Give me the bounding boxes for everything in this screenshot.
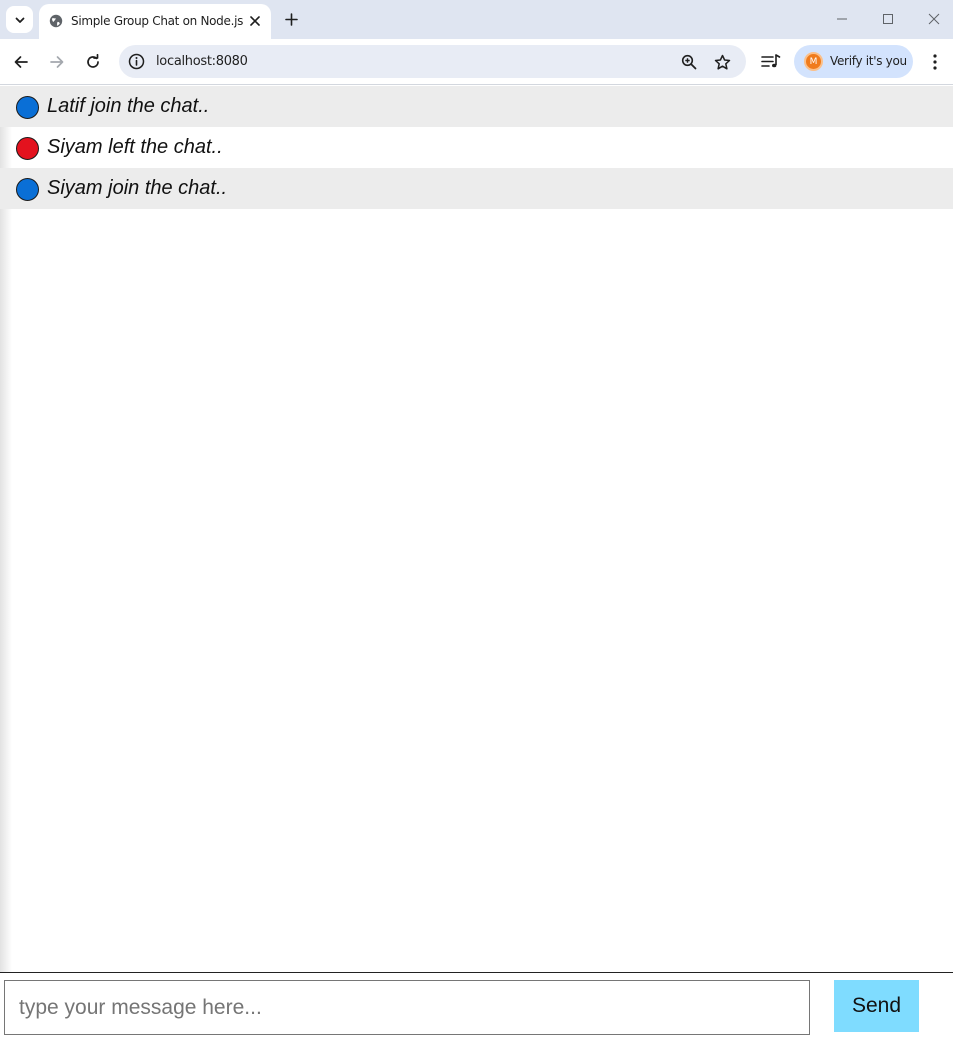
- profile-verify-button[interactable]: M Verify it's you: [794, 45, 913, 78]
- back-button[interactable]: [9, 50, 33, 74]
- message-text: Siyam join the chat..: [47, 177, 228, 199]
- page-edge-shadow: [0, 86, 12, 1039]
- zoom-in-icon: [681, 54, 697, 70]
- message-text: Latif join the chat..: [47, 95, 210, 117]
- status-dot-icon: [16, 178, 39, 201]
- star-icon: [714, 54, 730, 70]
- message-row: Latif join the chat..: [0, 86, 953, 127]
- address-url[interactable]: localhost:8080: [156, 54, 248, 69]
- minimize-button[interactable]: [830, 8, 854, 30]
- browser-toolbar: localhost:8080 M Verify it's you: [0, 39, 953, 85]
- avatar: M: [804, 52, 823, 71]
- message-row: Siyam left the chat..: [0, 127, 953, 168]
- bookmark-button[interactable]: [712, 52, 732, 72]
- new-tab-button[interactable]: [280, 8, 302, 30]
- browser-tab-bar: Simple Group Chat on Node.js: [0, 0, 953, 39]
- browser-menu-button[interactable]: [925, 51, 945, 73]
- address-bar[interactable]: localhost:8080: [119, 45, 746, 78]
- message-text: Siyam left the chat..: [47, 136, 223, 158]
- arrow-right-icon: [50, 56, 64, 68]
- close-icon: [928, 13, 940, 25]
- status-dot-icon: [16, 137, 39, 160]
- media-queue-icon[interactable]: [760, 52, 782, 72]
- globe-icon: [49, 14, 63, 28]
- arrow-left-icon: [14, 56, 28, 68]
- message-row: Siyam join the chat..: [0, 168, 953, 209]
- plus-icon: [284, 12, 298, 26]
- chat-page: Latif join the chat.. Siyam left the cha…: [0, 86, 953, 1039]
- message-list: Latif join the chat.. Siyam left the cha…: [0, 86, 953, 209]
- window-close-button[interactable]: [922, 8, 946, 30]
- tab-close-button[interactable]: [246, 12, 264, 30]
- maximize-icon: [883, 14, 893, 24]
- browser-tab-active[interactable]: Simple Group Chat on Node.js: [39, 4, 271, 39]
- reload-button[interactable]: [81, 50, 105, 74]
- info-icon[interactable]: [128, 53, 145, 70]
- close-icon: [250, 16, 260, 26]
- message-composer: Send: [0, 972, 953, 1039]
- message-input[interactable]: [4, 980, 810, 1035]
- forward-button[interactable]: [45, 50, 69, 74]
- send-button[interactable]: Send: [834, 980, 919, 1032]
- chevron-down-icon: [15, 17, 24, 23]
- more-vertical-icon: [933, 54, 937, 70]
- profile-label: Verify it's you: [830, 54, 907, 68]
- minimize-icon: [837, 18, 847, 20]
- zoom-button[interactable]: [679, 52, 699, 72]
- tab-title: Simple Group Chat on Node.js: [71, 14, 244, 28]
- maximize-button[interactable]: [876, 8, 900, 30]
- tab-search-button[interactable]: [6, 6, 33, 33]
- reload-icon: [87, 54, 99, 68]
- status-dot-icon: [16, 96, 39, 119]
